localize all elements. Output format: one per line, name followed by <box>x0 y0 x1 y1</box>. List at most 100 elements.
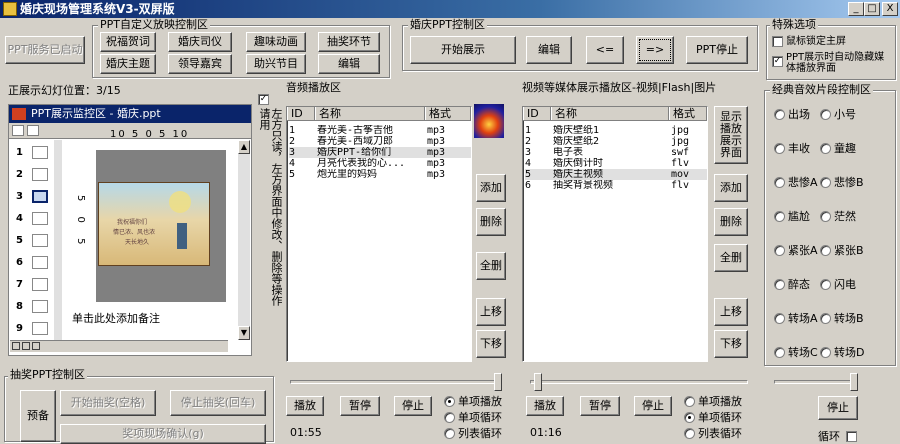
start-show-button[interactable]: 开始展示 <box>410 36 516 64</box>
notes-placeholder[interactable]: 单击此处添加备注 <box>72 312 160 325</box>
video-clear-button[interactable]: 全删 <box>714 244 748 272</box>
lottery-prepare-button[interactable]: 预备 <box>20 390 56 442</box>
ppt-scrollbar[interactable] <box>238 140 250 340</box>
audio-row[interactable]: 4 月亮代表我的心... mp3 <box>289 158 471 169</box>
audio-delete-button[interactable]: 删除 <box>476 208 506 236</box>
host-button[interactable]: 婚庆司仪 <box>168 32 232 52</box>
lottery-start-button[interactable]: 开始抽奖(空格) <box>60 390 156 416</box>
effect-radio[interactable] <box>774 347 785 358</box>
video-col-format[interactable]: 格式 <box>669 107 707 120</box>
video-row[interactable]: 2 婚庆壁纸2 jpg <box>525 136 707 147</box>
video-move-down-button[interactable]: 下移 <box>714 330 748 358</box>
slide-thumbnail[interactable] <box>32 168 48 181</box>
audio-play-button[interactable]: 播放 <box>286 396 324 416</box>
maximize-button[interactable]: □ <box>864 2 880 16</box>
slide-thumbnail[interactable] <box>32 190 48 203</box>
audio-move-down-button[interactable]: 下移 <box>476 330 506 358</box>
effects-loop-checkbox[interactable] <box>846 431 857 442</box>
audio-add-button[interactable]: 添加 <box>476 174 506 202</box>
slide-thumbnail[interactable] <box>32 300 48 313</box>
video-row[interactable]: 3 电子表 swf <box>525 147 707 158</box>
video-progress[interactable] <box>530 380 748 384</box>
effects-volume-thumb[interactable] <box>850 373 858 391</box>
video-row[interactable]: 6 抽奖背景视频 flv <box>525 180 707 191</box>
prev-slide-button[interactable]: <= <box>586 36 624 64</box>
blessing-button[interactable]: 祝福贺词 <box>100 32 156 52</box>
custom-edit-button[interactable]: 编辑 <box>318 54 380 74</box>
effect-radio[interactable] <box>774 211 785 222</box>
slide-view-icon[interactable] <box>27 125 39 136</box>
close-button[interactable]: X <box>882 2 898 16</box>
lock-screen-checkbox[interactable] <box>772 36 783 47</box>
effect-radio[interactable] <box>820 143 831 154</box>
video-play-button[interactable]: 播放 <box>526 396 564 416</box>
slide-thumbnail[interactable] <box>32 256 48 269</box>
wedding-theme-button[interactable]: 婚庆主题 <box>100 54 156 74</box>
next-slide-button[interactable]: => <box>636 36 674 64</box>
video-add-button[interactable]: 添加 <box>714 174 748 202</box>
show-player-button[interactable]: 显示播放展示界面 <box>714 106 748 164</box>
audio-col-id[interactable]: ID <box>287 107 315 120</box>
video-row[interactable]: 4 婚庆倒计时 flv <box>525 158 707 169</box>
slide-thumbnail[interactable] <box>32 278 48 291</box>
scroll-down-icon[interactable]: ▼ <box>238 326 250 340</box>
audio-mode-list-radio[interactable] <box>444 428 455 439</box>
minimize-button[interactable]: _ <box>848 2 864 16</box>
audio-move-up-button[interactable]: 上移 <box>476 298 506 326</box>
readonly-checkbox[interactable]: ✓ <box>258 94 269 105</box>
video-row[interactable]: 1 婚庆壁纸1 jpg <box>525 125 707 136</box>
video-mode-repeat-radio[interactable] <box>684 412 695 423</box>
slide-thumbnail[interactable] <box>32 212 48 225</box>
audio-row[interactable]: 5 炮光里的妈妈 mp3 <box>289 169 471 180</box>
video-col-name[interactable]: 名称 <box>551 107 669 120</box>
effect-radio[interactable] <box>774 313 785 324</box>
video-pause-button[interactable]: 暂停 <box>580 396 620 416</box>
slide-thumbnail[interactable] <box>32 146 48 159</box>
celebration-edit-button[interactable]: 编辑 <box>526 36 572 64</box>
normal-view-icon[interactable] <box>12 342 20 350</box>
auto-hide-checkbox[interactable]: ✓ <box>772 56 783 67</box>
audio-row[interactable]: 3 婚庆PPT-给你们 mp3 <box>289 147 471 158</box>
audio-row[interactable]: 1 春光美-古筝吉他 mp3 <box>289 125 471 136</box>
video-row[interactable]: 5 婚庆主视频 mov <box>525 169 707 180</box>
effect-radio[interactable] <box>774 279 785 290</box>
video-col-id[interactable]: ID <box>523 107 551 120</box>
guests-button[interactable]: 领导嘉宾 <box>168 54 232 74</box>
lottery-confirm-button[interactable]: 奖项现场确认(g) <box>60 424 266 444</box>
audio-pause-button[interactable]: 暂停 <box>340 396 380 416</box>
effects-volume[interactable] <box>774 380 858 384</box>
video-delete-button[interactable]: 删除 <box>714 208 748 236</box>
audio-clear-button[interactable]: 全删 <box>476 252 506 280</box>
audio-mode-single-radio[interactable] <box>444 396 455 407</box>
fun-animation-button[interactable]: 趣味动画 <box>246 32 306 52</box>
entertainment-button[interactable]: 助兴节目 <box>246 54 306 74</box>
video-progress-thumb[interactable] <box>534 373 542 391</box>
scroll-up-icon[interactable]: ▲ <box>238 140 250 154</box>
audio-stop-button[interactable]: 停止 <box>394 396 432 416</box>
video-stop-button[interactable]: 停止 <box>634 396 672 416</box>
audio-progress[interactable] <box>290 380 500 384</box>
lottery-section-button[interactable]: 抽奖环节 <box>318 32 380 52</box>
effect-radio[interactable] <box>774 109 785 120</box>
slide-thumbnail[interactable] <box>32 234 48 247</box>
audio-row[interactable]: 2 春光美-西域刀郎 mp3 <box>289 136 471 147</box>
ppt-service-button[interactable]: PPT服务已启动 <box>5 36 85 64</box>
slide-list-scrollbar[interactable] <box>54 140 62 340</box>
lottery-stop-button[interactable]: 停止抽奖(回车) <box>170 390 266 416</box>
audio-col-name[interactable]: 名称 <box>315 107 425 120</box>
effect-radio[interactable] <box>820 177 831 188</box>
audio-col-format[interactable]: 格式 <box>425 107 471 120</box>
effect-radio[interactable] <box>820 279 831 290</box>
video-mode-list-radio[interactable] <box>684 428 695 439</box>
effect-radio[interactable] <box>774 143 785 154</box>
show-view-icon[interactable] <box>32 342 40 350</box>
effect-radio[interactable] <box>774 177 785 188</box>
effect-radio[interactable] <box>820 109 831 120</box>
slide-thumbnail[interactable] <box>32 322 48 335</box>
ppt-stop-button[interactable]: PPT停止 <box>686 36 748 64</box>
video-move-up-button[interactable]: 上移 <box>714 298 748 326</box>
audio-mode-repeat-radio[interactable] <box>444 412 455 423</box>
outline-view-icon[interactable] <box>12 125 24 136</box>
sorter-view-icon[interactable] <box>22 342 30 350</box>
effects-stop-button[interactable]: 停止 <box>818 396 858 420</box>
